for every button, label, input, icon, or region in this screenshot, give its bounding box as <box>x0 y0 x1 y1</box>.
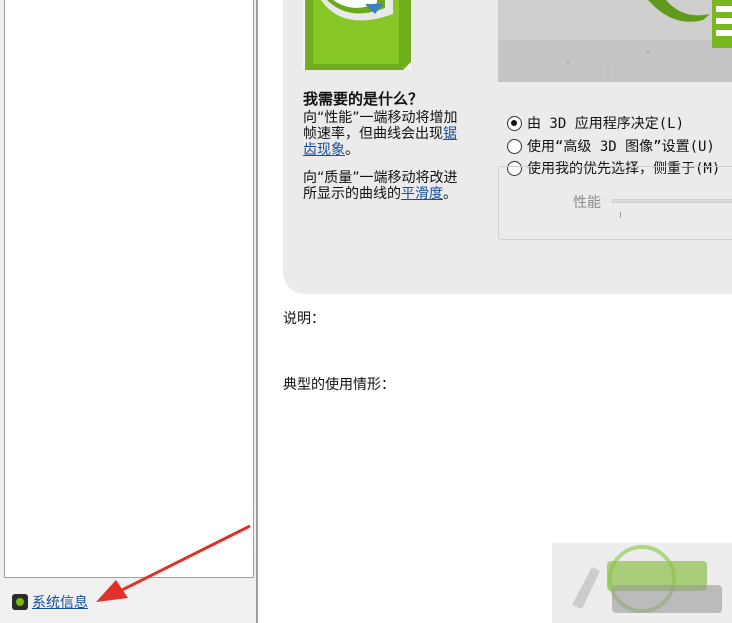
smoothness-link[interactable]: 平滑度 <box>401 186 443 202</box>
radio-label-app-controlled: 由 3D 应用程序决定(L) <box>527 116 685 132</box>
preview-image-performance <box>303 0 411 70</box>
radio-label-advanced-3d: 使用“高级 3D 图像”设置(U) <box>527 139 715 155</box>
radio-option-app-controlled[interactable]: 由 3D 应用程序决定(L) <box>507 113 684 133</box>
description-label: 说明： <box>283 311 325 327</box>
preview-image-quality <box>498 0 732 82</box>
quality-performance-slider[interactable] <box>612 199 732 203</box>
help-paragraph-performance-end: 。 <box>345 142 359 158</box>
system-info-link[interactable]: 系统信息 <box>12 592 88 612</box>
radio-button-app-controlled[interactable] <box>507 115 522 131</box>
system-info-label[interactable]: 系统信息 <box>32 592 88 612</box>
help-paragraph-performance-text: 向“性能”一端移动将增加帧速率，但曲线会出现 <box>303 110 458 142</box>
typical-usage-label: 典型的使用情形： <box>283 377 395 393</box>
help-paragraph-quality-end: 。 <box>443 186 457 202</box>
preference-group-box <box>498 166 732 240</box>
radio-option-advanced-3d[interactable]: 使用“高级 3D 图像”设置(U) <box>507 136 715 156</box>
task-tree-panel[interactable] <box>4 0 254 578</box>
help-paragraph-quality: 向“质量”一端移动将改进所显示的曲线的平滑度。 <box>303 170 458 202</box>
nvidia-icon <box>12 594 28 610</box>
slider-tick <box>620 212 621 218</box>
site-watermark-logo <box>552 543 732 623</box>
help-paragraph-performance: 向“性能”一端移动将增加帧速率，但曲线会出现锯齿现象。 <box>303 110 458 158</box>
left-navigation-pane: 系统信息 <box>0 0 258 623</box>
radio-button-advanced-3d[interactable] <box>507 138 522 154</box>
slider-performance-label: 性能 <box>573 195 601 211</box>
help-title: 我需要的是什么？ <box>303 90 424 108</box>
